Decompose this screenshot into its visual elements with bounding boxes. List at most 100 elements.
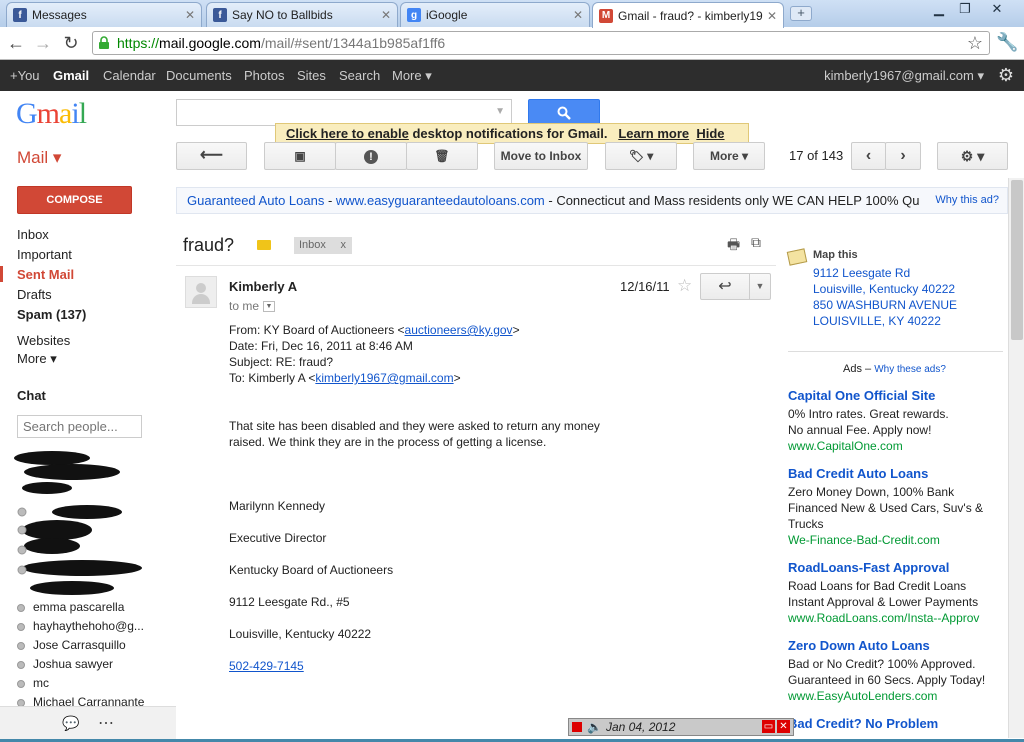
from-email-link[interactable]: auctioneers@ky.gov bbox=[405, 323, 513, 337]
back-icon[interactable]: ← bbox=[5, 32, 27, 54]
ad-title-link[interactable]: RoadLoans-Fast Approval bbox=[788, 560, 949, 575]
chat-contact[interactable]: emma pascarella bbox=[17, 600, 124, 614]
chevron-down-icon[interactable]: ▼ bbox=[263, 301, 276, 313]
browser-tab-igoogle[interactable]: g iGoogle ✕ bbox=[400, 2, 590, 27]
remove-label-icon[interactable]: x bbox=[341, 237, 347, 254]
reload-icon[interactable]: ↻ bbox=[60, 32, 82, 54]
archive-button[interactable]: ▣ bbox=[264, 142, 336, 170]
ad-url-link[interactable]: www.easyguaranteedautoloans.com bbox=[336, 193, 545, 208]
browser-tab-gmail[interactable]: M Gmail - fraud? - kimberly1967@ ✕ bbox=[592, 2, 784, 28]
chat-search-input[interactable] bbox=[17, 415, 142, 438]
message-more-button[interactable]: ▼ bbox=[749, 273, 771, 300]
address-link[interactable]: 9112 Leesgate Rd bbox=[813, 266, 910, 280]
chat-contact[interactable]: mc bbox=[17, 676, 49, 690]
hide-link[interactable]: Hide bbox=[696, 126, 724, 141]
nav-important[interactable]: Important bbox=[17, 247, 72, 262]
recipient-summary[interactable]: to me ▼ bbox=[229, 299, 276, 313]
scrollbar-thumb[interactable] bbox=[1011, 180, 1023, 340]
wrench-icon[interactable]: 🔧 bbox=[996, 32, 1018, 53]
newer-button[interactable]: ‹ bbox=[851, 142, 886, 170]
gbar-gmail[interactable]: Gmail bbox=[53, 68, 89, 83]
minimize-icon[interactable]: ▁ bbox=[926, 0, 952, 18]
window-close-icon[interactable]: ✕ bbox=[984, 0, 1010, 18]
restore-icon[interactable]: ❐ bbox=[952, 0, 978, 18]
scrollbar[interactable] bbox=[1008, 178, 1024, 738]
label-tag-icon[interactable] bbox=[257, 240, 271, 250]
back-to-sent-button[interactable]: ⟵ bbox=[176, 142, 247, 170]
phone-link[interactable]: 502-429-7145 bbox=[229, 659, 304, 673]
close-tab-icon[interactable]: ✕ bbox=[185, 8, 195, 22]
speaker-icon[interactable]: 🔈 bbox=[587, 719, 602, 735]
gbar-calendar[interactable]: Calendar bbox=[103, 68, 156, 83]
older-button[interactable]: › bbox=[885, 142, 921, 170]
star-icon[interactable]: ☆ bbox=[677, 276, 692, 296]
nav-drafts[interactable]: Drafts bbox=[17, 287, 52, 302]
more-actions-button[interactable]: More ▾ bbox=[693, 142, 765, 170]
address-link[interactable]: 850 WASHBURN AVENUE bbox=[813, 298, 957, 312]
ad-url-link[interactable]: www.EasyAutoLenders.com bbox=[788, 689, 937, 703]
gbar-photos[interactable]: Photos bbox=[244, 68, 284, 83]
enable-notifications-link[interactable]: Click here to enable bbox=[286, 126, 409, 141]
reply-button[interactable]: ↩ bbox=[700, 273, 750, 300]
nav-inbox[interactable]: Inbox bbox=[17, 227, 49, 242]
chat-contact[interactable]: Jose Carrasquillo bbox=[17, 638, 126, 652]
ad-separator: - bbox=[324, 193, 336, 208]
close-tab-icon[interactable]: ✕ bbox=[767, 9, 777, 23]
search-options-icon[interactable]: ▼ bbox=[495, 106, 505, 117]
gbar-search[interactable]: Search bbox=[339, 68, 380, 83]
nav-websites[interactable]: Websites bbox=[17, 333, 70, 348]
gear-icon[interactable]: ⚙ bbox=[998, 65, 1014, 86]
nav-more[interactable]: More ▾ bbox=[17, 351, 57, 367]
search-button[interactable] bbox=[528, 99, 600, 126]
chat-heading: Chat bbox=[17, 388, 46, 403]
nav-spam[interactable]: Spam (137) bbox=[17, 307, 86, 322]
learn-more-link[interactable]: Learn more bbox=[618, 126, 689, 141]
more-options-icon[interactable]: ⋯ bbox=[98, 713, 114, 733]
reply-icon: ↩ bbox=[718, 278, 732, 295]
address-link[interactable]: LOUISVILLE, KY 40222 bbox=[813, 314, 941, 328]
why-these-ads-link[interactable]: Why these ads? bbox=[874, 364, 946, 375]
close-tab-icon[interactable]: ✕ bbox=[573, 8, 583, 22]
compose-button[interactable]: COMPOSE bbox=[17, 186, 132, 214]
ad-title-link[interactable]: Bad Credit? No Problem bbox=[788, 716, 938, 731]
account-menu[interactable]: kimberly1967@gmail.com ▾ bbox=[824, 68, 984, 84]
ad-title-link[interactable]: Bad Credit Auto Loans bbox=[788, 466, 928, 481]
browser-tab-messages[interactable]: f Messages ✕ bbox=[6, 2, 202, 27]
ad-title-link[interactable]: Capital One Official Site bbox=[788, 388, 935, 403]
overlay-close-icon[interactable]: ✕ bbox=[777, 720, 790, 733]
gbar-sites[interactable]: Sites bbox=[297, 68, 326, 83]
gbar-documents[interactable]: Documents bbox=[166, 68, 232, 83]
settings-button[interactable]: ⚙ ▾ bbox=[937, 142, 1008, 170]
ad-url-link[interactable]: We-Finance-Bad-Credit.com bbox=[788, 533, 940, 547]
new-window-icon[interactable]: ⧉ bbox=[751, 234, 761, 251]
nav-sent-mail[interactable]: Sent Mail bbox=[17, 267, 74, 282]
bookmark-star-icon[interactable]: ☆ bbox=[967, 33, 983, 54]
address-link[interactable]: Louisville, Kentucky 40222 bbox=[813, 282, 955, 296]
chat-contact[interactable]: Joshua sawyer bbox=[17, 657, 113, 671]
search-input[interactable]: ▼ bbox=[176, 99, 512, 126]
overlay-restore-icon[interactable]: ▭ bbox=[762, 720, 775, 733]
chat-contact[interactable]: hayhaythehoho@g... bbox=[17, 619, 144, 633]
address-bar[interactable]: https://mail.google.com/mail/#sent/1344a… bbox=[92, 31, 990, 55]
browser-tab-say-no[interactable]: f Say NO to Ballbids ✕ bbox=[206, 2, 398, 27]
gmail-logo[interactable]: Gmail bbox=[16, 97, 87, 131]
ad-url-link[interactable]: www.CapitalOne.com bbox=[788, 439, 903, 453]
why-this-ad-link[interactable]: Why this ad? bbox=[927, 188, 999, 213]
labels-button[interactable]: 🏷 ▾ bbox=[605, 142, 677, 170]
to-email-link[interactable]: kimberly1967@gmail.com bbox=[315, 371, 453, 385]
sender-name[interactable]: Kimberly A bbox=[229, 279, 297, 294]
forward-icon[interactable]: → bbox=[32, 32, 54, 54]
ad-url-link[interactable]: www.RoadLoans.com/Insta--Approv bbox=[788, 611, 979, 625]
ad-title-link[interactable]: Guaranteed Auto Loans bbox=[187, 193, 324, 208]
new-tab-button[interactable]: + bbox=[790, 6, 812, 21]
report-spam-button[interactable]: ! bbox=[335, 142, 407, 170]
print-icon[interactable]: 🖶 bbox=[727, 234, 740, 258]
chat-bubble-icon[interactable]: 💬 bbox=[62, 715, 79, 732]
gbar-more[interactable]: More ▾ bbox=[392, 68, 432, 84]
close-tab-icon[interactable]: ✕ bbox=[381, 8, 391, 22]
delete-button[interactable]: 🗑 bbox=[406, 142, 478, 170]
move-to-inbox-button[interactable]: Move to Inbox bbox=[494, 142, 588, 170]
ad-title-link[interactable]: Zero Down Auto Loans bbox=[788, 638, 930, 653]
mail-menu[interactable]: Mail ▾ bbox=[17, 148, 61, 168]
gbar-plus-you[interactable]: +You bbox=[10, 68, 40, 83]
